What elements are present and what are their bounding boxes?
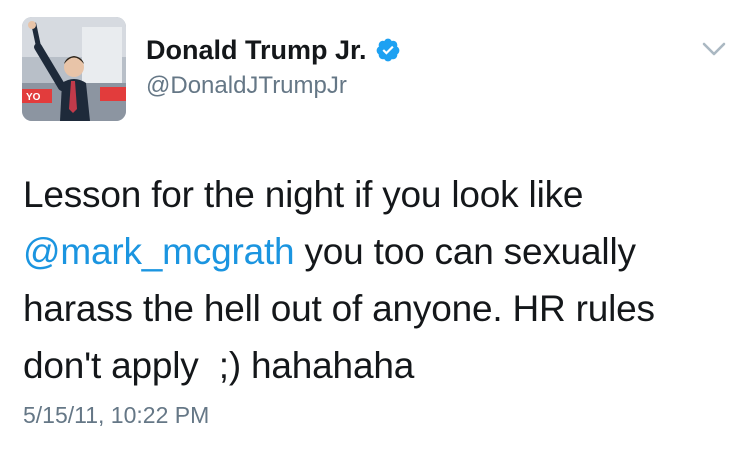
- author-handle[interactable]: @DonaldJTrumpJr: [146, 71, 347, 101]
- verified-badge-icon: [375, 37, 401, 63]
- mention-link[interactable]: @mark_mcgrath: [23, 231, 295, 272]
- tweet-text-before: Lesson for the night if you look like: [23, 174, 584, 215]
- tweet-card: YO Donald Trump Jr. @DonaldJTrumpJr Less…: [0, 0, 750, 457]
- author-name-row[interactable]: Donald Trump Jr.: [146, 34, 401, 66]
- avatar[interactable]: YO: [22, 17, 126, 121]
- tweet-text: Lesson for the night if you look like @m…: [23, 166, 738, 394]
- author-display-name[interactable]: Donald Trump Jr.: [146, 34, 367, 66]
- tweet-timestamp[interactable]: 5/15/11, 10:22 PM: [23, 400, 209, 430]
- avatar-image: YO: [22, 17, 126, 121]
- chevron-down-icon[interactable]: [700, 38, 728, 60]
- svg-text:YO: YO: [26, 92, 41, 103]
